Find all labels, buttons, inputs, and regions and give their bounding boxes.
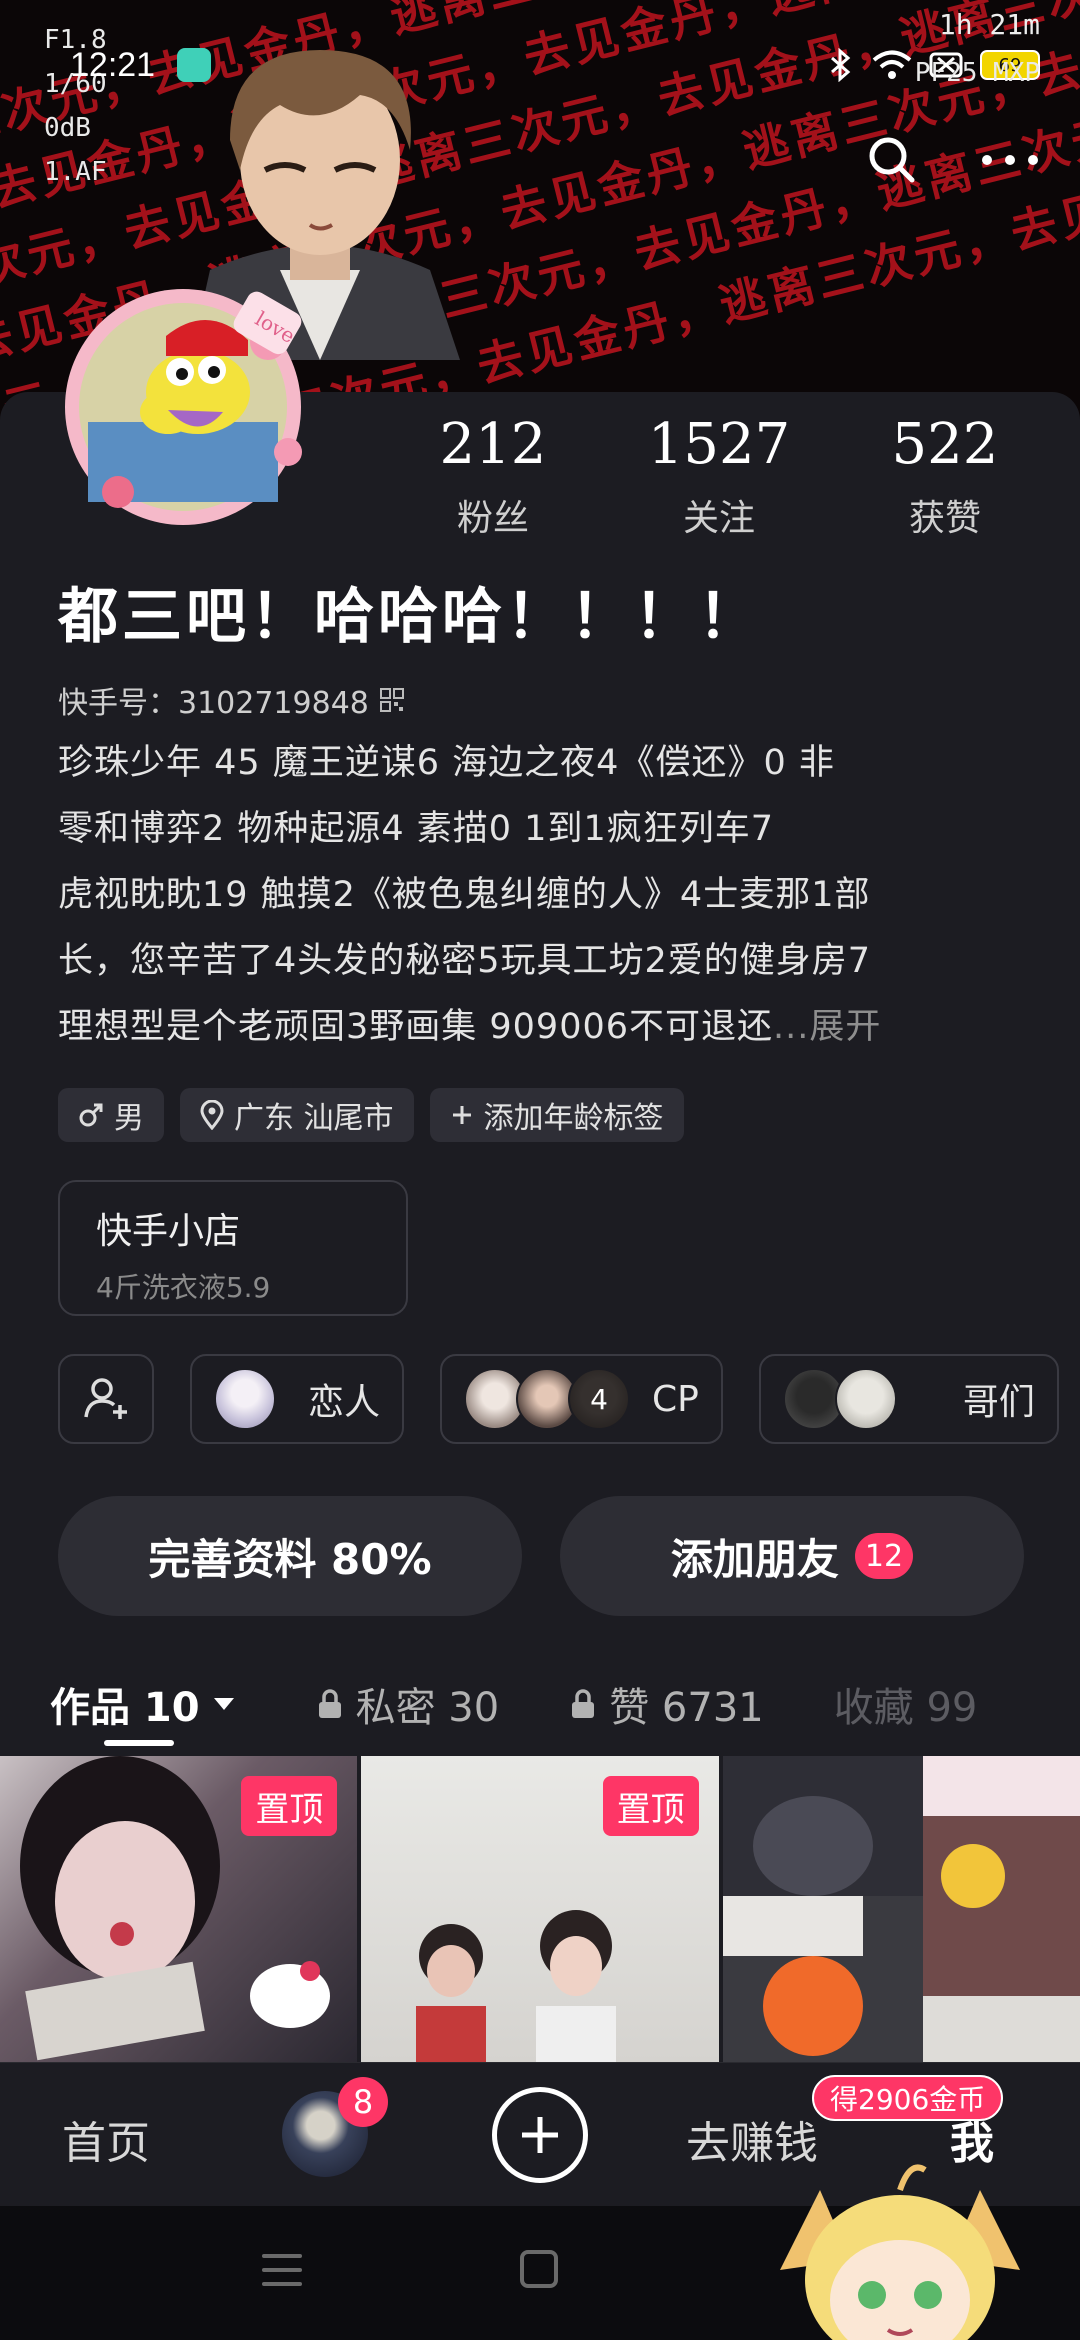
stat-value: 522 [891, 412, 999, 477]
pinned-badge: 置顶 [241, 1776, 338, 1836]
bio-line: 虎视眈眈19 触摸2《被色鬼纠缠的人》4士麦那1部 [58, 875, 871, 915]
stat-followers[interactable]: 212 粉丝 [380, 412, 606, 541]
cp-count: 4 [568, 1368, 631, 1430]
stat-likes[interactable]: 522 获赞 [832, 412, 1058, 541]
search-button[interactable] [862, 130, 922, 190]
lover-avatar [214, 1368, 276, 1430]
caret-down-icon [213, 1698, 234, 1710]
video-tile[interactable]: 置顶 [0, 1756, 358, 2062]
tab-label: 作品 10 [50, 1685, 200, 1731]
qr-code-icon[interactable] [379, 687, 405, 713]
bio-line-text: 理想型是个老顽固3野画集 909006不可退还 [58, 1007, 774, 1047]
tab-private[interactable]: 私密 30 [316, 1675, 500, 1733]
video-tile[interactable] [722, 1756, 1080, 2062]
video-grid: 置顶 置顶 [0, 1756, 1080, 2062]
active-tab-indicator [104, 1740, 174, 1746]
tab-label: 私密 30 [355, 1685, 500, 1731]
remaining-time: 1h 21m [938, 8, 1040, 41]
bio-line: 珍珠少年 45 魔王逆谋6 海边之夜4《偿还》0 非 [58, 743, 835, 783]
search-icon [869, 137, 915, 183]
tab-liked[interactable]: 赞 6731 [569, 1675, 764, 1733]
relation-label: 哥们 [962, 1382, 1035, 1423]
tab-favorites[interactable]: 收藏 99 [834, 1675, 978, 1733]
notification-app-icon [177, 48, 212, 82]
tag-label: 添加年龄标签 [483, 1101, 664, 1136]
status-bar: 12:21 69 [70, 38, 1040, 92]
tag-add-age[interactable]: 添加年龄标签 [429, 1088, 684, 1142]
profile-tags: 男 广东 汕尾市 添加年龄标签 [58, 1088, 684, 1142]
lock-icon [572, 1689, 595, 1718]
complete-profile-button[interactable]: 完善资料 80% [58, 1496, 522, 1616]
stat-value: 212 [439, 412, 547, 477]
shop-subtitle: 4斤洗衣液5.9 [96, 1271, 271, 1304]
tag-gender[interactable]: 男 [58, 1088, 164, 1142]
tab-label: 赞 6731 [609, 1685, 764, 1731]
wifi-icon [872, 50, 912, 79]
tab-works[interactable]: 作品 10 [50, 1675, 236, 1733]
profile-actions: 完善资料 80% 添加朋友 12 [58, 1496, 1024, 1616]
add-person-icon [84, 1378, 127, 1419]
relation-label: 恋人 [308, 1382, 381, 1423]
lock-icon [318, 1689, 341, 1718]
relation-bros[interactable]: 哥们 [758, 1354, 1059, 1444]
nav-home[interactable]: 首页 [62, 2107, 150, 2171]
more-dots-icon [982, 155, 1038, 165]
add-friend-button[interactable]: 添加朋友 12 [560, 1496, 1024, 1616]
button-label: 添加朋友 [670, 1534, 839, 1584]
profile-stats: 212 粉丝 1527 关注 522 获赞 [380, 412, 1080, 541]
location-pin-icon [200, 1100, 224, 1130]
recent-apps-button[interactable] [262, 2254, 302, 2296]
add-relation-button[interactable] [58, 1354, 154, 1444]
relationship-row: 恋人 4 CP 哥们 [58, 1354, 1059, 1444]
nav-avatar-badge: 8 [338, 2077, 388, 2127]
relation-cp[interactable]: 4 CP [440, 1354, 723, 1444]
kwai-id-text: 快手号：3102719848 [58, 686, 369, 721]
relation-label: CP [652, 1378, 699, 1420]
stat-following[interactable]: 1527 关注 [606, 412, 832, 541]
shop-title: 快手小店 [96, 1211, 241, 1252]
home-button[interactable] [520, 2250, 558, 2288]
pinned-badge: 置顶 [602, 1776, 699, 1836]
status-time: 12:21 [70, 45, 156, 84]
profile-avatar[interactable]: love [48, 272, 368, 532]
content-tabs: 作品 10 私密 30 赞 6731 收藏 99 [50, 1664, 1080, 1744]
bio-line: 理想型是个老顽固3野画集 909006不可退还...展开 [58, 994, 1028, 1060]
video-thumbnail [722, 1756, 1080, 2062]
cp-avatars: 4 [464, 1368, 631, 1430]
mascot-character[interactable] [760, 2150, 1040, 2340]
kwai-id-row[interactable]: 快手号：3102719848 [58, 678, 405, 722]
profile-nickname: 都三吧！哈哈哈！！！！ [58, 582, 762, 652]
tag-label: 男 [114, 1101, 144, 1136]
top-actions [862, 130, 1040, 190]
stat-label: 粉丝 [456, 498, 529, 539]
profile-bio[interactable]: 珍珠少年 45 魔王逆谋6 海边之夜4《偿还》0 非 零和博弈2 物种起源4 素… [58, 730, 1028, 1060]
kwai-shop-card[interactable]: 快手小店 4斤洗衣液5.9 [58, 1180, 408, 1316]
create-button[interactable] [492, 2087, 588, 2183]
add-friend-badge: 12 [854, 1533, 914, 1579]
stat-label: 关注 [682, 498, 755, 539]
male-icon [79, 1103, 103, 1127]
stat-label: 获赞 [908, 498, 981, 539]
bluetooth-icon [831, 48, 851, 82]
bio-line: 长，您辛苦了4头发的秘密5玩具工坊2爱的健身房7 [58, 941, 872, 981]
button-label: 完善资料 80% [148, 1534, 432, 1584]
bio-line: 零和博弈2 物种起源4 素描0 1到1疯狂列车7 [58, 809, 774, 849]
tag-label: 广东 汕尾市 [234, 1101, 394, 1136]
bio-expand-link[interactable]: ...展开 [773, 1007, 881, 1047]
more-button[interactable] [980, 130, 1040, 190]
stat-value: 1527 [647, 412, 791, 477]
bros-avatars [782, 1368, 897, 1430]
tab-label: 收藏 99 [833, 1685, 978, 1731]
plus-icon [522, 2117, 558, 2153]
camera-mode-readout: PF25 MXP [914, 58, 1040, 88]
video-tile[interactable]: 置顶 [361, 1756, 719, 2062]
bros-avatar [834, 1368, 897, 1430]
tag-location[interactable]: 广东 汕尾市 [180, 1088, 414, 1142]
plus-icon [452, 1106, 471, 1124]
relation-lover[interactable]: 恋人 [190, 1354, 405, 1444]
